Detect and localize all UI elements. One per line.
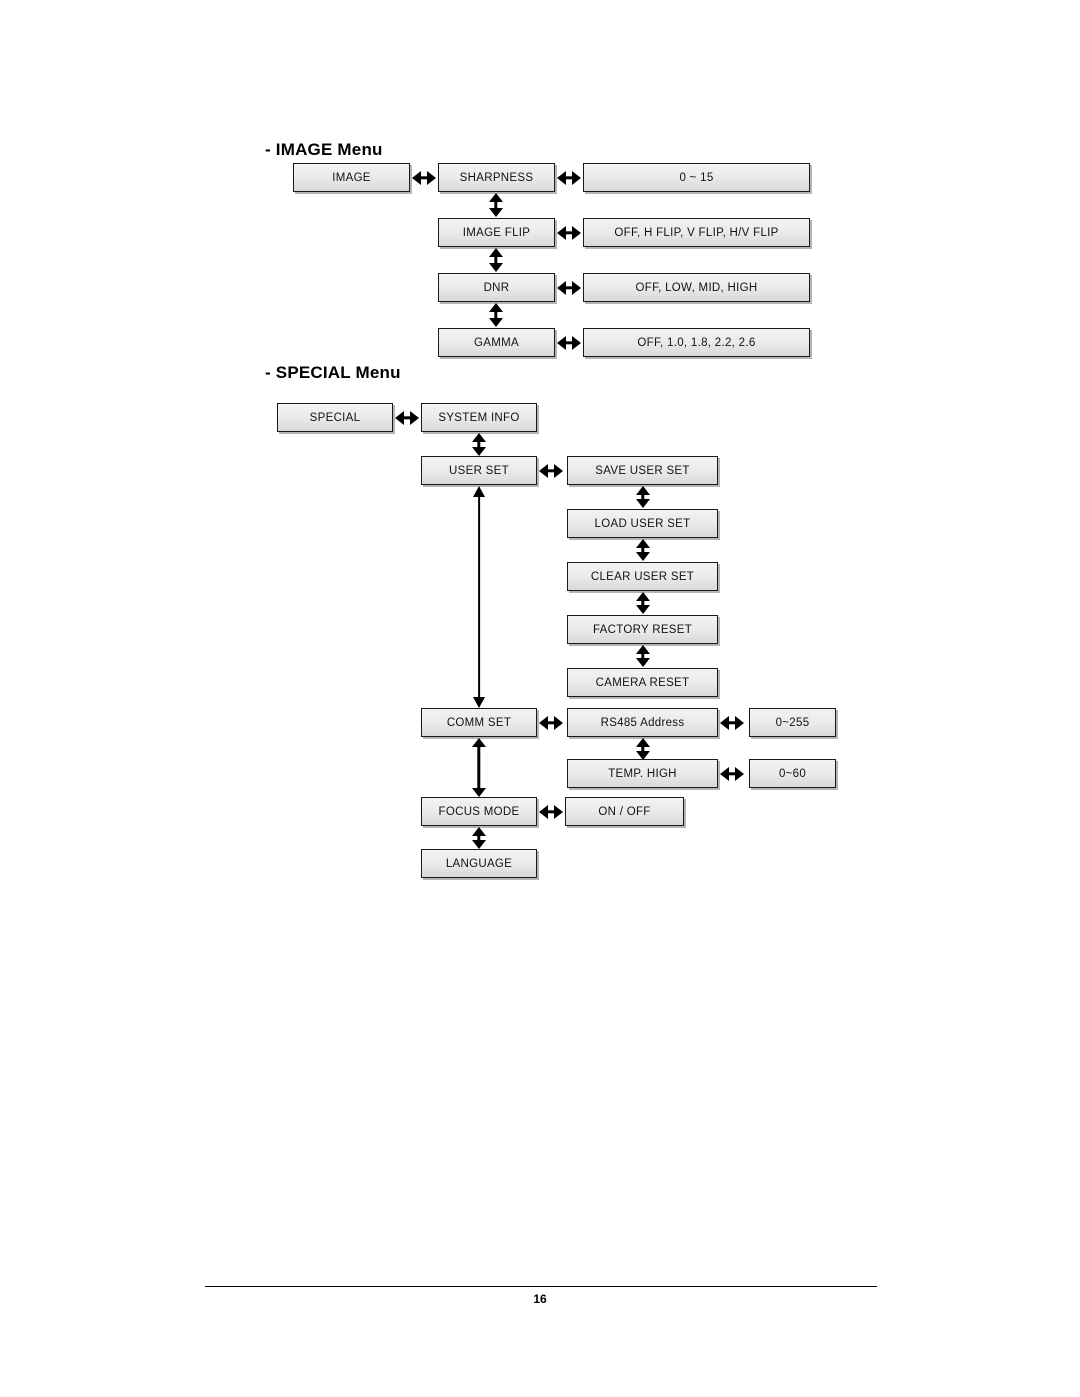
arrow-user-set-to-comm-set <box>471 486 487 708</box>
node-rs485-address[interactable]: RS485 Address <box>567 708 718 737</box>
values-image-flip: OFF, H FLIP, V FLIP, H/V FLIP <box>583 218 810 247</box>
arrow-special-to-system-info <box>395 410 419 426</box>
node-load-user-set[interactable]: LOAD USER SET <box>567 509 718 538</box>
arrow-clear-to-factory-reset <box>635 592 651 614</box>
node-user-set[interactable]: USER SET <box>421 456 537 485</box>
node-temp-high[interactable]: TEMP. HIGH <box>567 759 718 788</box>
values-rs485-address: 0~255 <box>749 708 836 737</box>
node-clear-user-set[interactable]: CLEAR USER SET <box>567 562 718 591</box>
arrow-comm-set-to-rs485-address <box>539 715 563 731</box>
arrow-sharpness-to-values <box>557 170 581 186</box>
arrow-factory-to-camera-reset <box>635 645 651 667</box>
node-camera-reset[interactable]: CAMERA RESET <box>567 668 718 697</box>
values-sharpness: 0 ~ 15 <box>583 163 810 192</box>
arrow-gamma-to-values <box>557 335 581 351</box>
node-dnr[interactable]: DNR <box>438 273 555 302</box>
arrow-image-flip-to-dnr <box>488 248 504 272</box>
arrow-rs485-address-to-values <box>720 715 744 731</box>
arrow-user-set-to-save-user-set <box>539 463 563 479</box>
arrow-temp-high-to-values <box>720 766 744 782</box>
footer-divider <box>205 1286 877 1287</box>
special-menu-heading: - SPECIAL Menu <box>265 363 401 382</box>
node-special[interactable]: SPECIAL <box>277 403 393 432</box>
arrow-save-to-load-user-set <box>635 486 651 508</box>
node-language[interactable]: LANGUAGE <box>421 849 537 878</box>
values-temp-high: 0~60 <box>749 759 836 788</box>
arrow-image-flip-to-values <box>557 225 581 241</box>
arrow-sharpness-to-image-flip <box>488 193 504 217</box>
values-gamma: OFF, 1.0, 1.8, 2.2, 2.6 <box>583 328 810 357</box>
node-sharpness[interactable]: SHARPNESS <box>438 163 555 192</box>
node-on-off[interactable]: ON / OFF <box>565 797 684 826</box>
page-number: 16 <box>533 1292 547 1306</box>
arrow-focus-mode-to-on-off <box>539 804 563 820</box>
arrow-dnr-to-values <box>557 280 581 296</box>
manual-page: - IMAGE Menu IMAGE SHARPNESS 0 ~ 15 IMAG… <box>0 0 1080 1397</box>
arrow-rs485-address-to-temp-high <box>635 738 651 760</box>
node-image[interactable]: IMAGE <box>293 163 410 192</box>
arrow-system-info-to-user-set <box>471 433 487 456</box>
image-menu-heading: - IMAGE Menu <box>265 140 383 159</box>
node-gamma[interactable]: GAMMA <box>438 328 555 357</box>
arrow-load-to-clear-user-set <box>635 539 651 561</box>
node-focus-mode[interactable]: FOCUS MODE <box>421 797 537 826</box>
node-factory-reset[interactable]: FACTORY RESET <box>567 615 718 644</box>
arrow-comm-set-to-focus-mode <box>471 738 487 797</box>
arrow-focus-mode-to-language <box>471 827 487 849</box>
node-system-info[interactable]: SYSTEM INFO <box>421 403 537 432</box>
node-image-flip[interactable]: IMAGE FLIP <box>438 218 555 247</box>
arrow-dnr-to-gamma <box>488 303 504 327</box>
node-save-user-set[interactable]: SAVE USER SET <box>567 456 718 485</box>
arrow-image-to-sharpness <box>412 170 436 186</box>
values-dnr: OFF, LOW, MID, HIGH <box>583 273 810 302</box>
node-comm-set[interactable]: COMM SET <box>421 708 537 737</box>
